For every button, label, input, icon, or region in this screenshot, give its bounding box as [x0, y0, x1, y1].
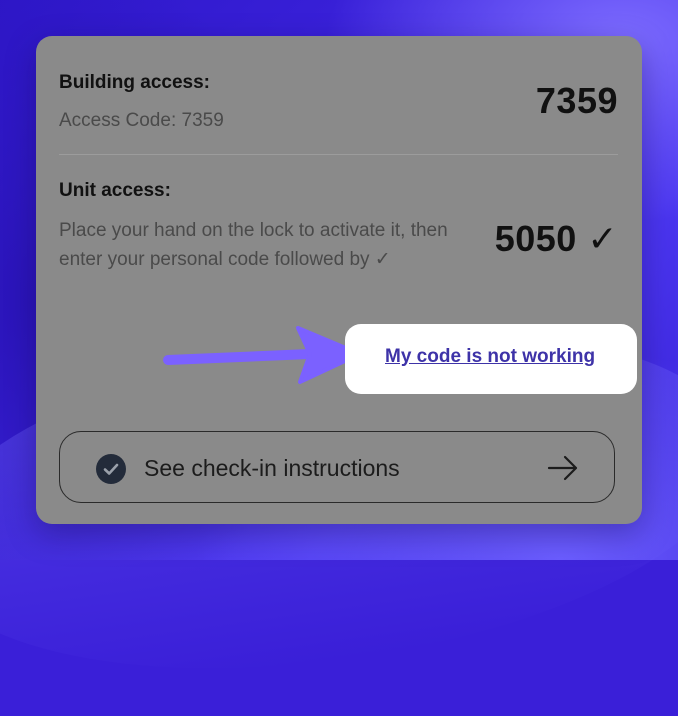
building-access-code: 7359 — [535, 80, 618, 121]
section-divider — [59, 154, 618, 155]
help-link-container: My code is not working — [345, 324, 637, 394]
access-card: Building access: Access Code: 7359 7359 … — [36, 36, 642, 524]
unit-access-code: 5050 ✓ — [494, 218, 618, 259]
check-circle-icon — [96, 454, 126, 484]
building-access-subtext: Access Code: 7359 — [59, 110, 224, 131]
building-access-label: Building access: — [59, 72, 210, 93]
arrow-right-icon — [547, 455, 578, 481]
my-code-not-working-link[interactable]: My code is not working — [385, 346, 595, 368]
unit-access-description: Place your hand on the lock to activate … — [59, 220, 448, 270]
unit-access-label: Unit access: — [59, 180, 171, 201]
pointer-arrow-icon — [163, 326, 362, 384]
see-check-in-instructions-button[interactable]: See check-in instructions — [59, 431, 615, 503]
check-in-label: See check-in instructions — [144, 455, 400, 481]
